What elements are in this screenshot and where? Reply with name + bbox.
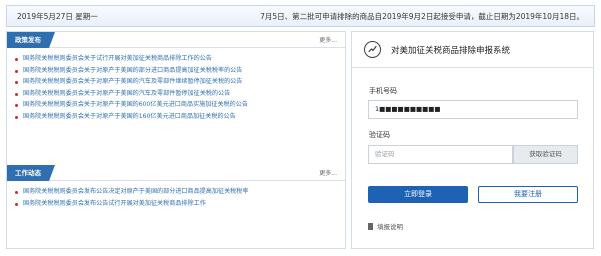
help-link[interactable]: 填报说明 xyxy=(368,221,403,231)
help-label: 填报说明 xyxy=(377,223,403,231)
policy-item[interactable]: 国务院关税税则委员会关于对原产于美国的汽车及零部件暂停加征关税的公告 xyxy=(15,88,345,100)
policy-more-link[interactable]: 更多... xyxy=(319,35,337,44)
system-title: 对美加征关税商品排除申报系统 xyxy=(391,45,511,56)
work-section: 工作动态 更多... 国务院关税税则委员会发布公告决定对原产于美国的部分进口商品… xyxy=(7,165,345,209)
phone-input[interactable]: 1■■■■■■■■■■ xyxy=(368,100,578,119)
login-header: 对美加征关税商品排除申报系统 xyxy=(352,32,593,68)
policy-item[interactable]: 国务院关税税则委员会关于对原产于美国的160亿美元进口商品加征关税的公告 xyxy=(15,111,345,123)
news-panel: 政策发布 更多... 国务院关税税则委员会关于试行开展对美加征关税商品排除工作的… xyxy=(6,31,346,249)
policy-item[interactable]: 国务院关税税则委员会关于对原产于美国的600亿美元进口商品实施加征关税的公告 xyxy=(15,99,345,111)
work-item[interactable]: 国务院关税税则委员会发布公告试行开展对美加征关税商品排除工作 xyxy=(15,198,345,210)
policy-tag: 政策发布 xyxy=(7,32,55,48)
top-info-bar: 2019年5月27日 星期一 7月5日、第二批可申请排除的商品自2019年9月2… xyxy=(6,5,595,27)
policy-item[interactable]: 国务院关税税则委员会关于对原产于美国的部分进口商品提高加征关税税率的公告 xyxy=(15,65,345,77)
policy-item[interactable]: 国务院关税税则委员会关于试行开展对美加征关税商品排除工作的公告 xyxy=(15,53,345,65)
work-list: 国务院关税税则委员会发布公告决定对原产于美国的部分进口商品提高加征关税税率 国务… xyxy=(7,181,345,209)
register-button[interactable]: 我要注册 xyxy=(478,186,578,203)
system-logo-icon xyxy=(364,41,381,58)
document-icon xyxy=(368,222,373,230)
policy-item[interactable]: 国务院关税税则委员会关于对原产于美国的汽车及零部件继续暂停加征关税的公告 xyxy=(15,76,345,88)
get-code-button[interactable]: 获取验证码 xyxy=(513,145,578,164)
policy-header: 政策发布 更多... xyxy=(7,32,345,48)
verification-code-input[interactable]: 验证码 xyxy=(368,145,513,164)
work-more-link[interactable]: 更多... xyxy=(319,168,337,177)
policy-list: 国务院关税税则委员会关于试行开展对美加征关税商品排除工作的公告 国务院关税税则委… xyxy=(7,48,345,123)
code-label: 验证码 xyxy=(369,131,390,139)
work-header: 工作动态 更多... xyxy=(7,165,345,181)
phone-label: 手机号码 xyxy=(369,87,397,95)
login-panel: 对美加征关税商品排除申报系统 手机号码 1■■■■■■■■■■ 验证码 验证码 … xyxy=(351,31,594,249)
work-item[interactable]: 国务院关税税则委员会发布公告决定对原产于美国的部分进口商品提高加征关税税率 xyxy=(15,186,345,198)
notice-text: 7月5日、第二批可申请排除的商品自2019年9月2日起接受申请，截止日期为201… xyxy=(260,11,584,21)
login-button[interactable]: 立即登录 xyxy=(368,186,468,203)
current-date: 2019年5月27日 星期一 xyxy=(17,11,98,21)
work-tag: 工作动态 xyxy=(7,165,55,181)
